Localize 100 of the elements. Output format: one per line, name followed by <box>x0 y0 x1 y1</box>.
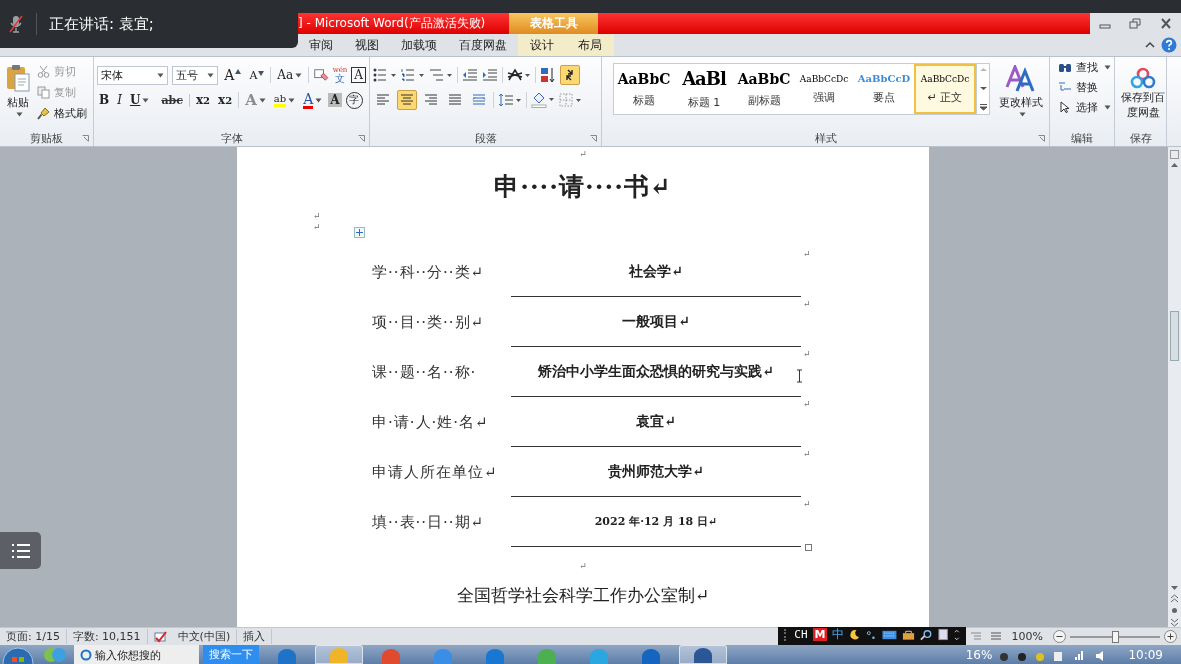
toolbox-icon[interactable] <box>901 628 915 641</box>
show-marks-button[interactable] <box>560 65 580 85</box>
font-name-field[interactable]: 宋体 <box>97 65 168 85</box>
scroll-down-icon[interactable] <box>978 84 988 92</box>
font-size-field[interactable]: 五号 <box>171 65 219 85</box>
restore-icon[interactable] <box>1129 18 1142 29</box>
scroll-thumb[interactable] <box>1170 311 1179 361</box>
dropdown-caret-icon[interactable] <box>258 97 266 103</box>
dropdown-caret-icon[interactable] <box>295 72 303 78</box>
format-painter-button[interactable]: 格式刷 <box>37 104 87 122</box>
save-to-cloud-button[interactable]: 保存到百度网盘 <box>1118 61 1168 130</box>
grow-font-button[interactable]: A <box>222 67 244 83</box>
keyboard-icon[interactable] <box>881 629 897 640</box>
more-styles-icon[interactable] <box>978 103 988 112</box>
style-item[interactable]: AaBbC 标题 <box>614 64 674 114</box>
ribbon-tab[interactable]: 加载项 <box>390 34 448 56</box>
proofing-icon[interactable] <box>151 629 168 644</box>
ribbon-tab[interactable]: 审阅 <box>298 34 344 56</box>
dialog-launcher-icon[interactable] <box>590 135 597 142</box>
outline-list-button[interactable] <box>0 532 41 569</box>
close-icon[interactable] <box>1159 18 1172 29</box>
vertical-scrollbar[interactable] <box>1168 147 1181 627</box>
borders-icon[interactable] <box>559 93 583 107</box>
style-item[interactable]: AaBbCcD 要点 <box>854 64 914 114</box>
dialog-launcher-icon[interactable] <box>82 135 89 142</box>
ime-language[interactable]: CH <box>794 628 808 641</box>
start-button-icon[interactable] <box>0 645 36 664</box>
table-move-handle-icon[interactable] <box>354 227 365 238</box>
sort-icon[interactable] <box>540 67 556 83</box>
font-color-button[interactable]: A <box>301 91 325 109</box>
find-button[interactable]: 查找 <box>1058 58 1111 76</box>
bullets-icon[interactable] <box>373 68 397 82</box>
ime-logo[interactable]: M <box>812 628 828 641</box>
change-styles-button[interactable]: 更改样式 <box>996 63 1046 130</box>
bold-button[interactable]: B <box>97 93 112 107</box>
ribbon-tab[interactable]: 视图 <box>344 34 390 56</box>
strikethrough-button[interactable]: abc <box>155 93 190 107</box>
dialog-launcher-icon[interactable] <box>358 135 365 142</box>
style-item[interactable]: AaBl 标题 1 <box>674 64 734 114</box>
replace-button[interactable]: 替换 <box>1058 78 1111 96</box>
dropdown-caret-icon[interactable] <box>15 112 23 117</box>
style-item[interactable]: AaBbCcDc 强调 <box>794 64 854 114</box>
language-indicator[interactable]: 中文(中国) <box>171 629 238 644</box>
line-spacing-icon[interactable] <box>498 93 522 107</box>
increase-indent-icon[interactable] <box>482 68 498 82</box>
multilevel-list-icon[interactable] <box>429 68 453 82</box>
asian-layout-icon[interactable] <box>507 68 531 82</box>
highlight-button[interactable]: ab <box>271 93 298 107</box>
dropdown-caret-icon[interactable] <box>207 72 215 78</box>
dropdown-caret-icon[interactable] <box>1018 112 1026 117</box>
zoom-in-icon[interactable] <box>1164 630 1177 643</box>
collapse-ribbon-icon[interactable] <box>1145 41 1155 49</box>
scroll-up-icon[interactable] <box>1170 162 1179 168</box>
next-page-icon[interactable] <box>1170 618 1179 627</box>
punctuation-icon[interactable] <box>865 628 877 641</box>
character-shading-button[interactable]: A <box>328 93 342 107</box>
select-button[interactable]: 选择 <box>1058 98 1111 116</box>
document-icon[interactable] <box>937 628 949 641</box>
window-title: ] - Microsoft Word(产品激活失败) <box>298 15 487 32</box>
ruler-toggle[interactable] <box>1170 150 1179 159</box>
decrease-indent-icon[interactable] <box>462 68 478 82</box>
numbering-icon[interactable] <box>401 68 425 82</box>
change-case-button[interactable]: Aa <box>275 68 305 82</box>
help-icon[interactable] <box>1161 37 1177 53</box>
character-border-button[interactable]: A <box>351 67 366 83</box>
dropdown-caret-icon[interactable] <box>142 97 150 103</box>
underline-button[interactable]: U <box>127 93 152 107</box>
zoom-slider-thumb[interactable] <box>1112 630 1119 643</box>
dropdown-caret-icon[interactable] <box>156 72 164 78</box>
style-item[interactable]: AaBbC 副标题 <box>734 64 794 114</box>
browse-object-icon[interactable] <box>1170 606 1179 615</box>
shading-bucket-icon[interactable] <box>531 92 555 108</box>
zoom-level[interactable]: 100% <box>1005 630 1049 643</box>
dropdown-caret-icon[interactable] <box>315 97 323 103</box>
clear-formatting-icon[interactable] <box>312 67 329 83</box>
mic-muted-icon[interactable] <box>8 14 24 34</box>
align-button[interactable] <box>397 90 417 110</box>
dropdown-caret-icon[interactable] <box>1104 64 1111 70</box>
italic-button[interactable]: I <box>115 93 124 107</box>
menu-arrows-icon[interactable] <box>953 628 960 641</box>
insert-mode[interactable]: 插入 <box>237 629 273 644</box>
dropdown-caret-icon[interactable] <box>288 97 296 103</box>
ribbon-tab[interactable]: 设计 <box>518 34 566 56</box>
scroll-down-icon[interactable] <box>1170 585 1179 591</box>
style-item[interactable]: AaBbCcDc ↵ 正文 <box>914 64 976 114</box>
table-resize-handle[interactable] <box>805 544 812 551</box>
moon-icon[interactable] <box>849 628 861 641</box>
dialog-launcher-icon[interactable] <box>1038 135 1045 142</box>
search-field[interactable]: 输入你想搜的 <box>74 645 199 664</box>
previous-page-icon[interactable] <box>1170 594 1179 603</box>
shrink-font-button[interactable]: A <box>247 68 267 82</box>
page-count[interactable]: 页面: 1/15 <box>0 629 67 644</box>
dropdown-caret-icon[interactable] <box>1104 104 1111 110</box>
ribbon-tab[interactable]: 布局 <box>566 34 614 56</box>
search-icon[interactable] <box>919 628 933 641</box>
word-count[interactable]: 字数: 10,151 <box>66 629 148 644</box>
ime-mode[interactable]: 中 <box>832 626 845 643</box>
ribbon-tab[interactable]: 百度网盘 <box>448 34 518 56</box>
zoom-out-icon[interactable] <box>1053 630 1066 643</box>
paste-button[interactable]: 粘贴 <box>3 61 33 130</box>
